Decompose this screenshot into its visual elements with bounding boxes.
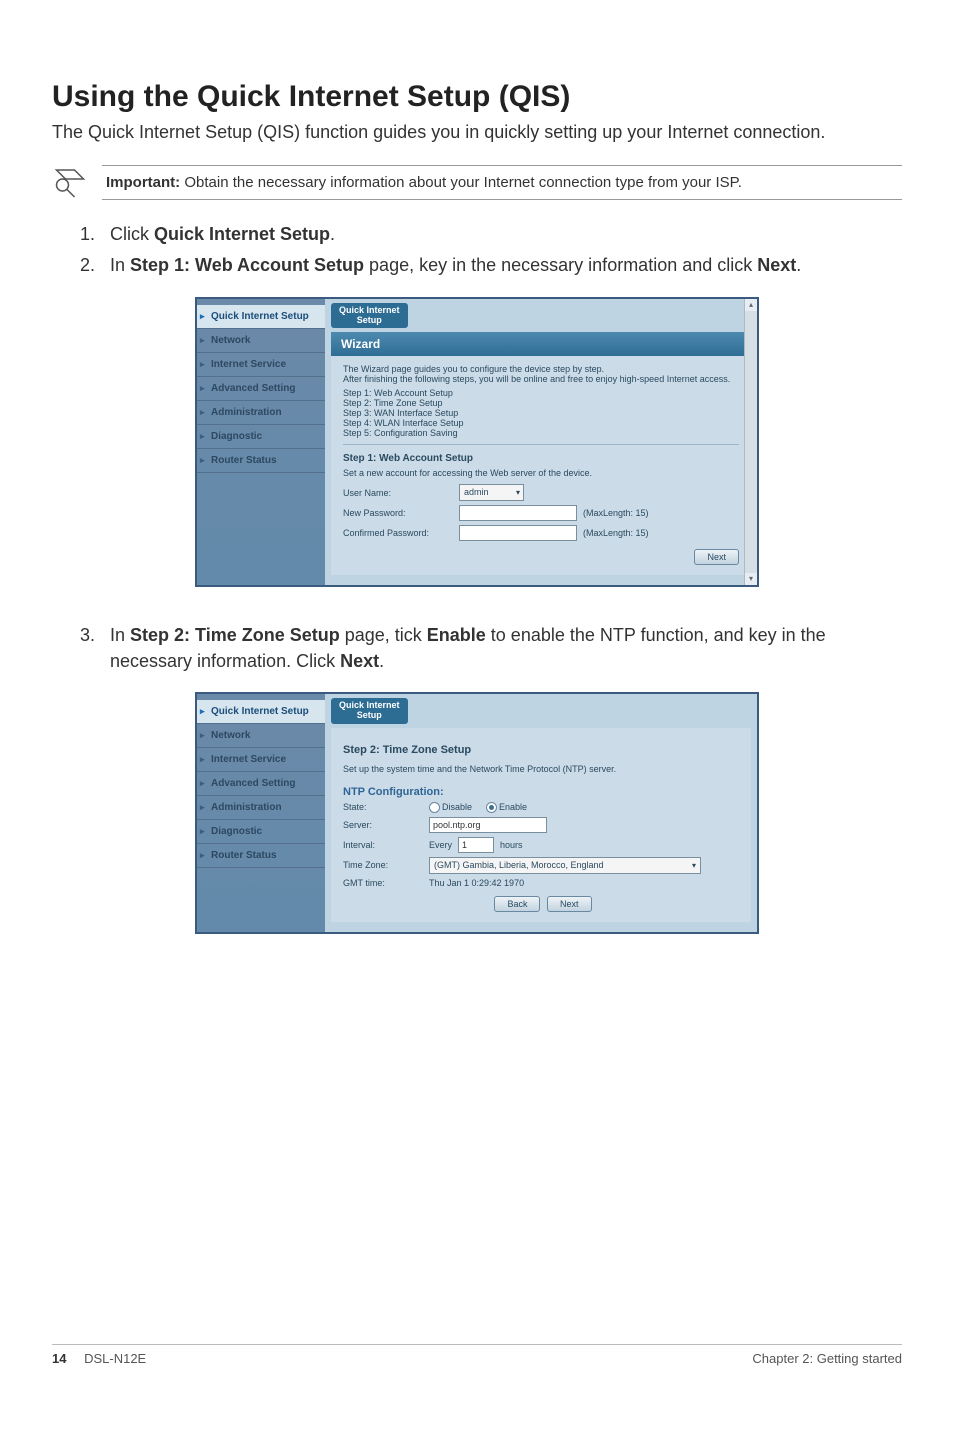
sidebar-item-network-2[interactable]: Network (197, 724, 325, 748)
ntp-heading: NTP Configuration: (343, 786, 739, 798)
sidebar-2: Quick Internet Setup Network Internet Se… (197, 694, 325, 932)
wizard-step-line-4: Step 4: WLAN Interface Setup (343, 418, 739, 428)
tab-qis-2[interactable]: Quick Internet Setup (331, 698, 408, 724)
server-input[interactable]: pool.ntp.org (429, 817, 547, 833)
steps-list-2: In Step 2: Time Zone Setup page, tick En… (52, 623, 902, 673)
sidebar-item-diagnostic[interactable]: Diagnostic (197, 425, 325, 449)
interval-label: Interval: (343, 840, 423, 850)
newpass-label: New Password: (343, 508, 453, 518)
note-text: Obtain the necessary information about y… (180, 174, 742, 191)
newpass-hint: (MaxLength: 15) (583, 508, 649, 518)
content-panel: Quick Internet Setup Wizard The Wizard p… (325, 299, 757, 586)
tz-select[interactable]: (GMT) Gambia, Liberia, Morocco, England (429, 857, 701, 874)
tab-qis[interactable]: Quick Internet Setup (331, 303, 408, 329)
note-label: Important: (106, 174, 180, 191)
sidebar-item-qis[interactable]: Quick Internet Setup (197, 305, 325, 329)
intro-text: The Quick Internet Setup (QIS) function … (52, 120, 902, 144)
steps-list-1: Click Quick Internet Setup. In Step 1: W… (52, 222, 902, 278)
state-enable[interactable]: Enable (486, 802, 527, 813)
username-select[interactable]: admin (459, 484, 524, 501)
state-label: State: (343, 802, 423, 812)
step2-heading: Step 2: Time Zone Setup (343, 744, 739, 756)
screenshot-2-wrap: Quick Internet Setup Network Internet Se… (52, 692, 902, 934)
step-1: Click Quick Internet Setup. (100, 222, 902, 247)
confirmpass-hint: (MaxLength: 15) (583, 528, 649, 538)
sidebar-item-internet-service-2[interactable]: Internet Service (197, 748, 325, 772)
chapter-label: Chapter 2: Getting started (752, 1351, 902, 1366)
interval-suffix: hours (500, 840, 523, 850)
confirmpass-input[interactable] (459, 525, 577, 541)
sidebar-item-router-status-2[interactable]: Router Status (197, 844, 325, 868)
interval-input[interactable]: 1 (458, 837, 494, 853)
sidebar-item-qis-2[interactable]: Quick Internet Setup (197, 700, 325, 724)
note-icon (52, 164, 88, 200)
wizard-body: The Wizard page guides you to configure … (331, 356, 751, 575)
page-title: Using the Quick Internet Setup (QIS) (52, 80, 902, 114)
sidebar-item-advanced-2[interactable]: Advanced Setting (197, 772, 325, 796)
sidebar-item-administration[interactable]: Administration (197, 401, 325, 425)
next-button-2[interactable]: Next (547, 896, 592, 912)
radio-icon-selected (486, 802, 497, 813)
gmt-label: GMT time: (343, 878, 423, 888)
step1-desc: Set a new account for accessing the Web … (343, 468, 739, 478)
wizard-desc1: The Wizard page guides you to configure … (343, 364, 739, 374)
page-number: 14 (52, 1351, 66, 1366)
content-panel-2: Quick Internet Setup Step 2: Time Zone S… (325, 694, 757, 932)
wizard-step-line-2: Step 2: Time Zone Setup (343, 398, 739, 408)
newpass-input[interactable] (459, 505, 577, 521)
username-label: User Name: (343, 488, 453, 498)
important-note: Important: Obtain the necessary informat… (52, 164, 902, 200)
scroll-down-icon[interactable]: ▾ (745, 573, 757, 585)
step2-desc: Set up the system time and the Network T… (343, 764, 739, 774)
model-name: DSL-N12E (84, 1351, 146, 1366)
sidebar: Quick Internet Setup Network Internet Se… (197, 299, 325, 586)
wizard-desc2: After finishing the following steps, you… (343, 374, 739, 384)
sidebar-item-network[interactable]: Network (197, 329, 325, 353)
step2-panel: Step 2: Time Zone Setup Set up the syste… (331, 728, 751, 922)
gmt-value: Thu Jan 1 0:29:42 1970 (429, 878, 524, 888)
router-ui-2: Quick Internet Setup Network Internet Se… (195, 692, 759, 934)
router-ui-1: Quick Internet Setup Network Internet Se… (195, 297, 759, 588)
server-label: Server: (343, 820, 423, 830)
step-2: In Step 1: Web Account Setup page, key i… (100, 253, 902, 278)
interval-prefix: Every (429, 840, 452, 850)
step-3: In Step 2: Time Zone Setup page, tick En… (100, 623, 902, 673)
scroll-up-icon[interactable]: ▴ (745, 299, 757, 311)
step1-heading: Step 1: Web Account Setup (343, 453, 739, 464)
next-button[interactable]: Next (694, 549, 739, 565)
sidebar-item-administration-2[interactable]: Administration (197, 796, 325, 820)
back-button[interactable]: Back (494, 896, 540, 912)
sidebar-item-advanced[interactable]: Advanced Setting (197, 377, 325, 401)
radio-icon (429, 802, 440, 813)
step2-body: Step 2: Time Zone Setup Set up the syste… (331, 728, 751, 922)
scrollbar[interactable]: ▴ ▾ (744, 299, 757, 586)
state-disable[interactable]: Disable (429, 802, 472, 813)
screenshot-1-wrap: Quick Internet Setup Network Internet Se… (52, 297, 902, 588)
note-box: Important: Obtain the necessary informat… (102, 165, 902, 200)
wizard-step-line-5: Step 5: Configuration Saving (343, 428, 739, 438)
sidebar-item-router-status[interactable]: Router Status (197, 449, 325, 473)
page-footer: 14 DSL-N12E Chapter 2: Getting started (52, 1344, 902, 1366)
wizard-step-line-1: Step 1: Web Account Setup (343, 388, 739, 398)
sidebar-item-diagnostic-2[interactable]: Diagnostic (197, 820, 325, 844)
wizard-panel: Wizard The Wizard page guides you to con… (331, 332, 751, 575)
wizard-step-line-3: Step 3: WAN Interface Setup (343, 408, 739, 418)
wizard-title: Wizard (331, 332, 751, 356)
tz-label: Time Zone: (343, 860, 423, 870)
confirmpass-label: Confirmed Password: (343, 528, 453, 538)
sidebar-item-internet-service[interactable]: Internet Service (197, 353, 325, 377)
